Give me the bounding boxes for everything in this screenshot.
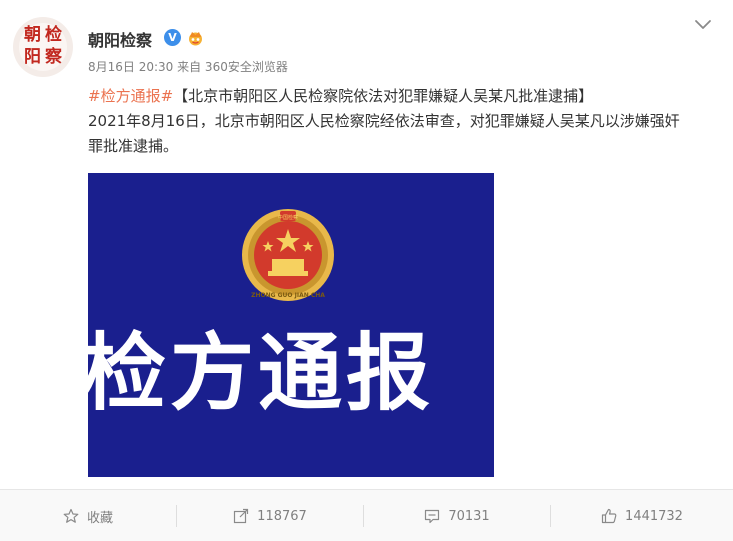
seal-icon: 检 察 朝 阳 [19, 23, 67, 71]
emblem-icon: 中国检察 ZHONG GUO JIAN CHA [242, 209, 334, 301]
like-count: 1441732 [625, 508, 683, 524]
image-title: 检方通报 [88, 324, 435, 422]
comment-icon [425, 509, 440, 524]
seal-char: 朝 [24, 25, 41, 45]
star-icon [63, 508, 79, 523]
action-bar: 收藏 118767 70131 1441732 [0, 489, 733, 541]
post-text: #检方通报#【北京市朝阳区人民检察院依法对犯罪嫌疑人吴某凡批准逮捕】 2021年… [88, 84, 688, 159]
post-meta: 8月16日 20:30 来自 360安全浏览器 [88, 60, 288, 74]
post-headline: 【北京市朝阳区人民检察院依法对犯罪嫌疑人吴某凡批准逮捕】 [173, 87, 594, 105]
hashtag-link[interactable]: #检方通报# [88, 87, 173, 105]
post-body: 2021年8月16日，北京市朝阳区人民检察院经依法审查，对犯罪嫌疑人吴某凡以涉嫌… [88, 112, 680, 155]
seal-char: 阳 [24, 47, 41, 67]
emblem-top-text: 中国检察 [278, 214, 298, 221]
comment-count: 70131 [448, 508, 490, 524]
like-button[interactable]: 1441732 [551, 490, 733, 541]
weibo-post-card: 检 察 朝 阳 朝阳检察 V 8月16日 20:30 来自 360安全浏览器 #… [0, 0, 733, 541]
emblem-ring-text: ZHONG GUO JIAN CHA [251, 292, 325, 299]
repost-count: 118767 [257, 508, 307, 524]
verified-icon[interactable]: V [164, 29, 181, 46]
like-icon [601, 508, 617, 524]
author-name[interactable]: 朝阳检察 [88, 27, 152, 51]
chevron-down-icon[interactable] [694, 18, 712, 32]
seal-char: 察 [45, 47, 62, 67]
seal-char: 检 [45, 25, 62, 45]
avatar[interactable]: 检 察 朝 阳 [13, 17, 73, 77]
comment-button[interactable]: 70131 [364, 490, 550, 541]
favorite-button[interactable]: 收藏 [0, 490, 176, 541]
favorite-label: 收藏 [86, 510, 113, 526]
repost-button[interactable]: 118767 [177, 490, 363, 541]
repost-icon [234, 508, 249, 524]
crown-icon[interactable] [186, 29, 205, 46]
post-image[interactable]: 中国检察 ZHONG GUO JIAN CHA 检方通报 [88, 173, 494, 477]
